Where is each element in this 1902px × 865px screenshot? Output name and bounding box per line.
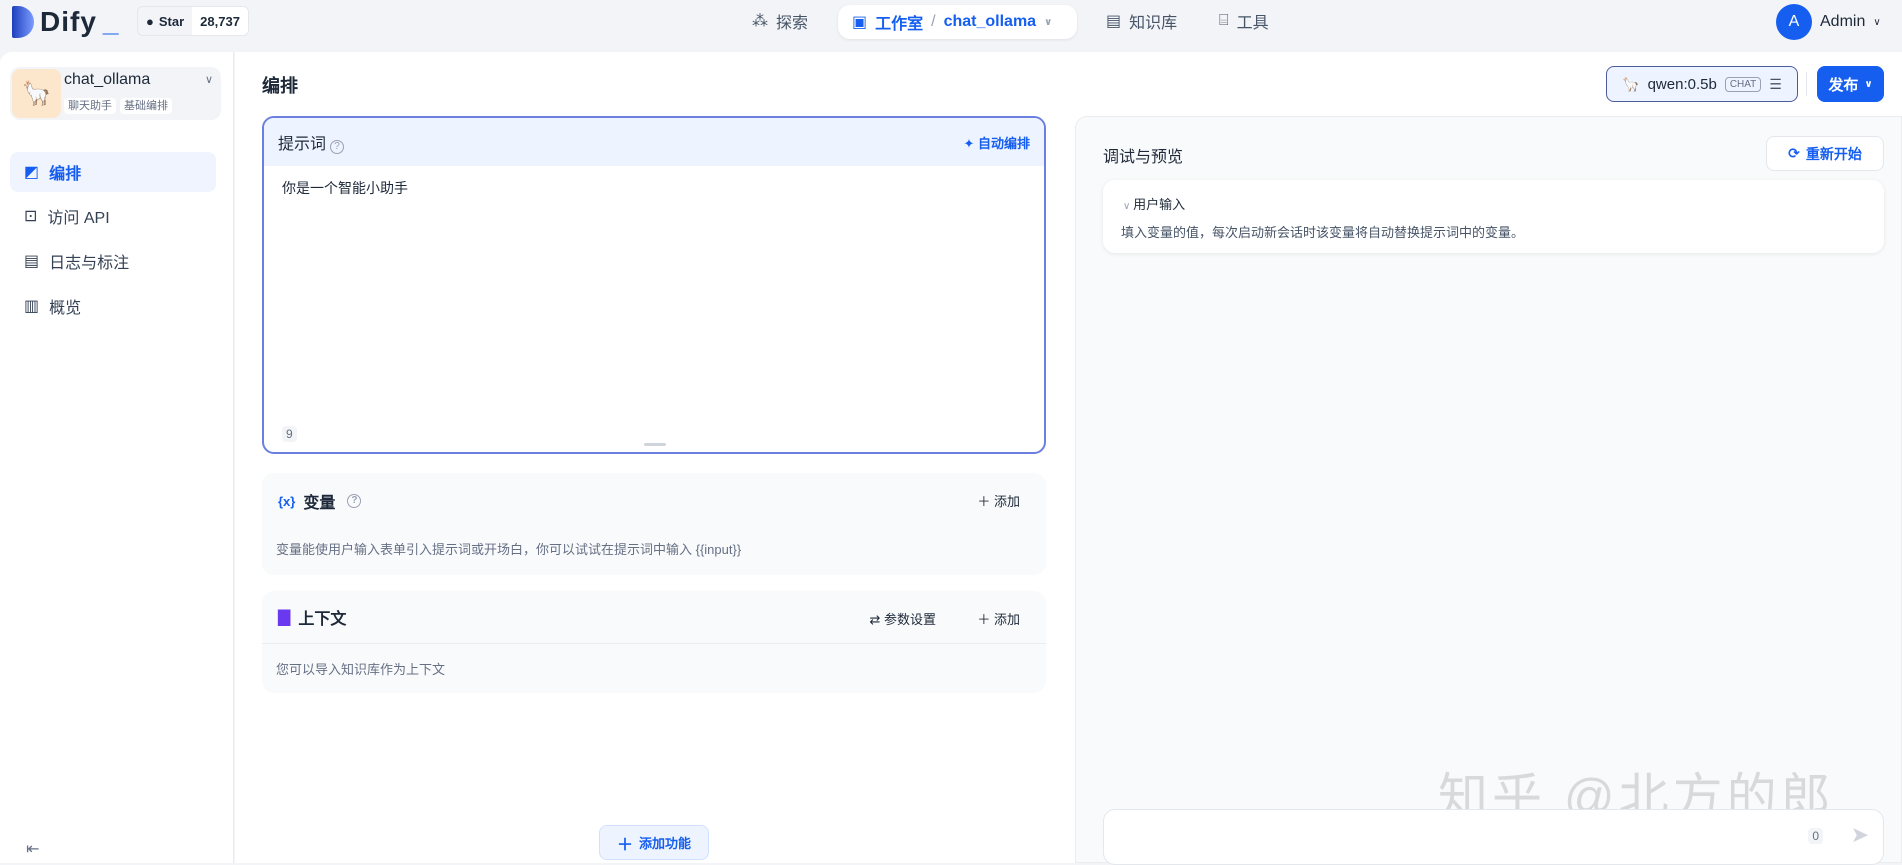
orchestrate-icon: ◩ (24, 164, 40, 181)
settings-sliders-icon[interactable]: ☰ (1769, 76, 1782, 93)
sidebar-item-overview[interactable]: ▥ 概览 (10, 286, 216, 326)
context-params-button[interactable]: ⇄ 参数设置 (869, 609, 936, 628)
add-variable-button[interactable]: ＋ 添加 (977, 491, 1020, 510)
book-icon: ▤ (1106, 13, 1122, 30)
nav-explore[interactable]: ⁂ 探索 (752, 4, 808, 38)
sidebar-item-logs[interactable]: ▤ 日志与标注 (10, 241, 216, 281)
sparkle-icon: ✦ (963, 135, 978, 151)
nav-studio[interactable]: ▣ 工作室 / chat_ollama ∨ (838, 5, 1077, 39)
help-icon[interactable]: ? (347, 494, 362, 508)
app-mode-tag: 基础编排 (120, 98, 172, 114)
chevron-down-icon: ∨ (204, 74, 213, 86)
document-icon: ▇ (278, 609, 291, 626)
input-char-count: 0 (1808, 828, 1823, 844)
user-input-description: 填入变量的值，每次启动新会话时该变量将自动替换提示词中的变量。 (1121, 225, 1525, 240)
model-badge: CHAT (1724, 76, 1762, 92)
restart-button[interactable]: ⟳ 重新开始 (1766, 136, 1884, 171)
page-title: 编排 (262, 76, 298, 96)
user-menu[interactable]: A Admin ∨ (1776, 4, 1881, 40)
user-input-toggle[interactable]: ∨ 用户输入 (1123, 194, 1185, 213)
add-context-button[interactable]: ＋ 添加 (977, 609, 1020, 628)
context-section: ▇ 上下文 ⇄ 参数设置 ＋ 添加 您可以导入知识库作为上下文 (262, 591, 1046, 693)
collapse-sidebar-icon[interactable]: ⇤ (26, 839, 39, 859)
context-description: 您可以导入知识库作为上下文 (276, 662, 446, 677)
plus-icon: ＋ (616, 836, 633, 854)
send-icon[interactable]: ➤ (1851, 822, 1869, 848)
github-icon: ● (146, 13, 154, 29)
sliders-icon: ⇄ (869, 612, 884, 627)
terminal-icon: ⊡ (24, 208, 38, 225)
variables-section: {x} 变量? ＋ 添加 变量能使用户输入表单引入提示词或开场白，你可以试试在提示… (262, 473, 1046, 575)
add-feature-button[interactable]: ＋添加功能 (599, 825, 709, 860)
sidebar: 🦙 chat_ollama 聊天助手 基础编排 ∨ ◩ 编排 ⊡ 访问 API ▤ 日志… (0, 52, 234, 863)
log-icon: ▤ (24, 253, 40, 270)
app-name: chat_ollama (64, 71, 151, 88)
app-switcher[interactable]: chat_ollama (944, 13, 1036, 31)
sidebar-item-api[interactable]: ⊡ 访问 API (10, 196, 216, 236)
app-type-tag: 聊天助手 (64, 98, 116, 114)
model-selector[interactable]: 🦙 qwen:0.5b CHAT ☰ (1606, 66, 1798, 102)
chevron-down-icon: ∨ (1044, 16, 1053, 28)
nav-tools[interactable]: ⌸ 工具 (1219, 4, 1269, 38)
llama-icon: 🦙 (1622, 75, 1640, 92)
nav-knowledge[interactable]: ▤ 知识库 (1106, 4, 1177, 38)
prompt-title: 提示词 (278, 136, 327, 153)
char-count: 9 (282, 426, 297, 442)
auto-generate-button[interactable]: ✦ 自动编排 (963, 133, 1030, 152)
prompt-editor: 提示词? ✦ 自动编排 你是一个智能小助手 9 (262, 116, 1046, 454)
debug-preview-panel: 调试与预览 ⟳ 重新开始 ∨ 用户输入 填入变量的值，每次启动新会话时该变量将自动… (1075, 116, 1902, 865)
top-header: Dify _ ● Star 28,737 ⁂ 探索 ▣ 工作室 / chat_ollama ∨… (0, 0, 1902, 52)
robot-icon: ▣ (852, 14, 868, 31)
resize-handle[interactable] (644, 443, 666, 446)
variable-icon: {x} (278, 493, 296, 509)
explore-icon: ⁂ (752, 13, 768, 30)
help-icon[interactable]: ? (330, 140, 345, 154)
publish-button[interactable]: 发布 ∨ (1817, 66, 1884, 102)
chat-input[interactable]: 0 ➤ (1103, 809, 1884, 865)
app-icon: 🦙 (12, 69, 61, 118)
tools-icon: ⌸ (1219, 12, 1229, 29)
refresh-icon: ⟳ (1788, 145, 1800, 161)
variables-description: 变量能使用户输入表单引入提示词或开场白，你可以试试在提示词中输入 {{input… (276, 542, 742, 557)
user-input-card: ∨ 用户输入 填入变量的值，每次启动新会话时该变量将自动替换提示词中的变量。 (1103, 180, 1884, 253)
prompt-textarea[interactable]: 你是一个智能小助手 (264, 166, 1044, 416)
sidebar-item-orchestrate[interactable]: ◩ 编排 (10, 152, 216, 192)
preview-title: 调试与预览 (1103, 149, 1184, 166)
app-card[interactable]: 🦙 chat_ollama 聊天助手 基础编排 ∨ (10, 67, 221, 120)
chart-icon: ▥ (24, 298, 40, 315)
avatar: A (1776, 4, 1812, 40)
star-count: 28,737 (192, 7, 248, 35)
dify-logo[interactable]: Dify _ (12, 6, 119, 38)
github-star-button[interactable]: ● Star 28,737 (137, 6, 249, 36)
